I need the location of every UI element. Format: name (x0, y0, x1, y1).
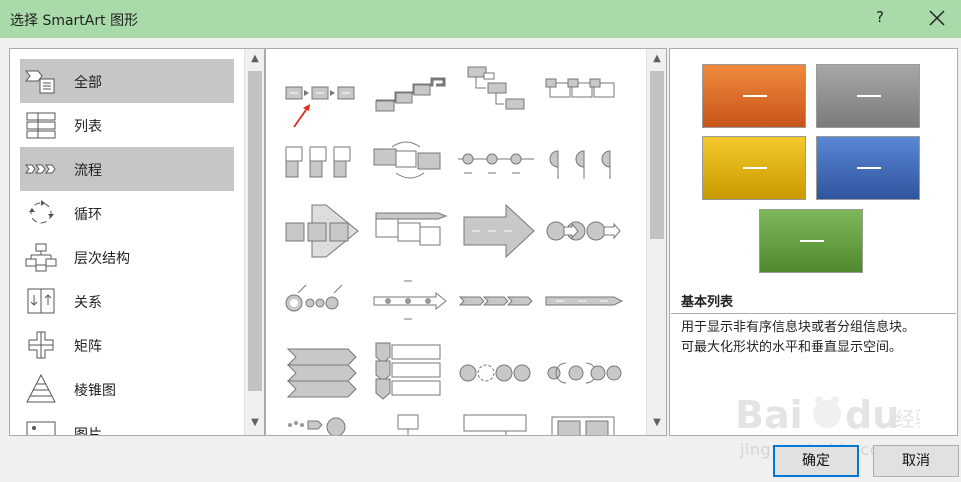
category-label-pyramid: 棱锥图 (74, 383, 116, 399)
picture-icon (26, 421, 56, 435)
scroll-down-icon[interactable]: ▼ (650, 417, 664, 431)
scroll-thumb[interactable] (248, 71, 262, 391)
layout-stacked-chevrons[interactable] (278, 339, 362, 403)
svg-text:Bai: Bai (735, 393, 803, 437)
category-pyramid[interactable]: 棱锥图 (20, 367, 234, 411)
matrix-icon (28, 331, 54, 359)
layout-circle-accent-timeline[interactable] (542, 129, 626, 193)
layout-staggered-process[interactable] (366, 199, 450, 263)
cycle-icon (29, 200, 54, 224)
annotation-arrow-icon (293, 104, 310, 128)
category-label-list: 列表 (74, 119, 102, 135)
dialog-title: 选择 SmartArt 图形 (10, 13, 139, 29)
category-hierarchy[interactable]: 层次结构 (20, 235, 234, 279)
preview-shape-yellow (702, 136, 806, 200)
title-bar: 选择 SmartArt 图形 ? (0, 0, 961, 38)
category-cycle[interactable]: 循环 (20, 191, 234, 235)
description-line: 用于显示非有序信息块或者分组信息块。 (681, 320, 916, 335)
layout-equation[interactable] (542, 411, 626, 436)
layout-basic-timeline[interactable] (454, 129, 538, 193)
svg-text:du: du (845, 393, 899, 437)
layout-circular-picture-callout[interactable] (278, 269, 362, 333)
preview-shape-blue (816, 136, 920, 200)
help-button[interactable]: ? (870, 8, 890, 30)
layout-process-arrows[interactable] (278, 199, 362, 263)
scroll-up-icon[interactable]: ▲ (650, 53, 664, 67)
layout-basic-arrow[interactable] (454, 199, 538, 263)
layout-accent-process[interactable] (542, 61, 626, 125)
close-icon[interactable] (926, 7, 948, 29)
process-icon (25, 164, 56, 174)
layout-chevron-accent-process[interactable] (454, 269, 538, 333)
pyramid-icon (26, 373, 56, 403)
ok-button[interactable]: 确定 (773, 445, 859, 477)
layout-circle-arrow-process[interactable] (542, 199, 626, 263)
category-relationship[interactable]: 关系 (20, 279, 234, 323)
description-line: 可最大化形状的水平和垂直显示空间。 (681, 340, 903, 355)
category-list-item[interactable]: 列表 (20, 103, 234, 147)
layout-basic-chevron-process[interactable] (542, 269, 626, 333)
category-label-picture: 图片 (74, 427, 102, 436)
layout-vertical-process[interactable] (454, 61, 538, 125)
category-label-hierarchy: 层次结构 (74, 251, 130, 267)
cancel-button[interactable]: 取消 (873, 445, 959, 477)
category-label-all: 全部 (74, 75, 102, 91)
category-all[interactable]: 全部 (20, 59, 234, 103)
layout-picture-accent-process[interactable] (278, 129, 362, 193)
relationship-icon (27, 288, 55, 314)
category-scrollbar[interactable]: ▲ ▼ (244, 49, 264, 435)
category-list: 全部 列表 流程 循环 层次结构 关系 矩阵 棱锥图 图片 ▲ ▼ (9, 48, 265, 436)
list-icon (26, 112, 56, 139)
category-label-process: 流程 (74, 163, 102, 179)
scroll-thumb[interactable] (650, 71, 664, 239)
category-label-relationship: 关系 (74, 295, 102, 311)
preview-shape-orange (702, 64, 806, 128)
category-process[interactable]: 流程 (20, 147, 234, 191)
all-icon (24, 70, 55, 94)
layout-bracket-circle-process[interactable] (542, 339, 626, 403)
layout-gallery: ▲ ▼ (265, 48, 667, 436)
layout-vertical-chevron-list[interactable] (366, 339, 450, 403)
layout-name: 基本列表 (681, 295, 734, 310)
layout-alternating-flow[interactable] (366, 129, 450, 193)
preview-shape-gray (816, 64, 920, 128)
category-label-matrix: 矩阵 (74, 339, 102, 355)
scroll-up-icon[interactable]: ▲ (248, 53, 262, 67)
layout-random-to-result[interactable] (278, 411, 362, 436)
layout-gear[interactable] (366, 411, 450, 436)
layout-circle-process[interactable] (454, 339, 538, 403)
layout-scrollbar[interactable]: ▲ ▼ (646, 49, 666, 435)
layout-segmented-process[interactable] (454, 411, 538, 436)
category-matrix[interactable]: 矩阵 (20, 323, 234, 367)
category-picture[interactable]: 图片 (20, 411, 234, 436)
hierarchy-icon (25, 243, 57, 272)
preview-shape-green (759, 209, 863, 273)
layout-arrow-timeline[interactable] (366, 269, 450, 333)
scroll-down-icon[interactable]: ▼ (248, 417, 262, 431)
category-label-cycle: 循环 (74, 207, 102, 223)
layout-step-up-process[interactable] (366, 61, 450, 125)
svg-text:经验: 经验 (895, 407, 920, 431)
